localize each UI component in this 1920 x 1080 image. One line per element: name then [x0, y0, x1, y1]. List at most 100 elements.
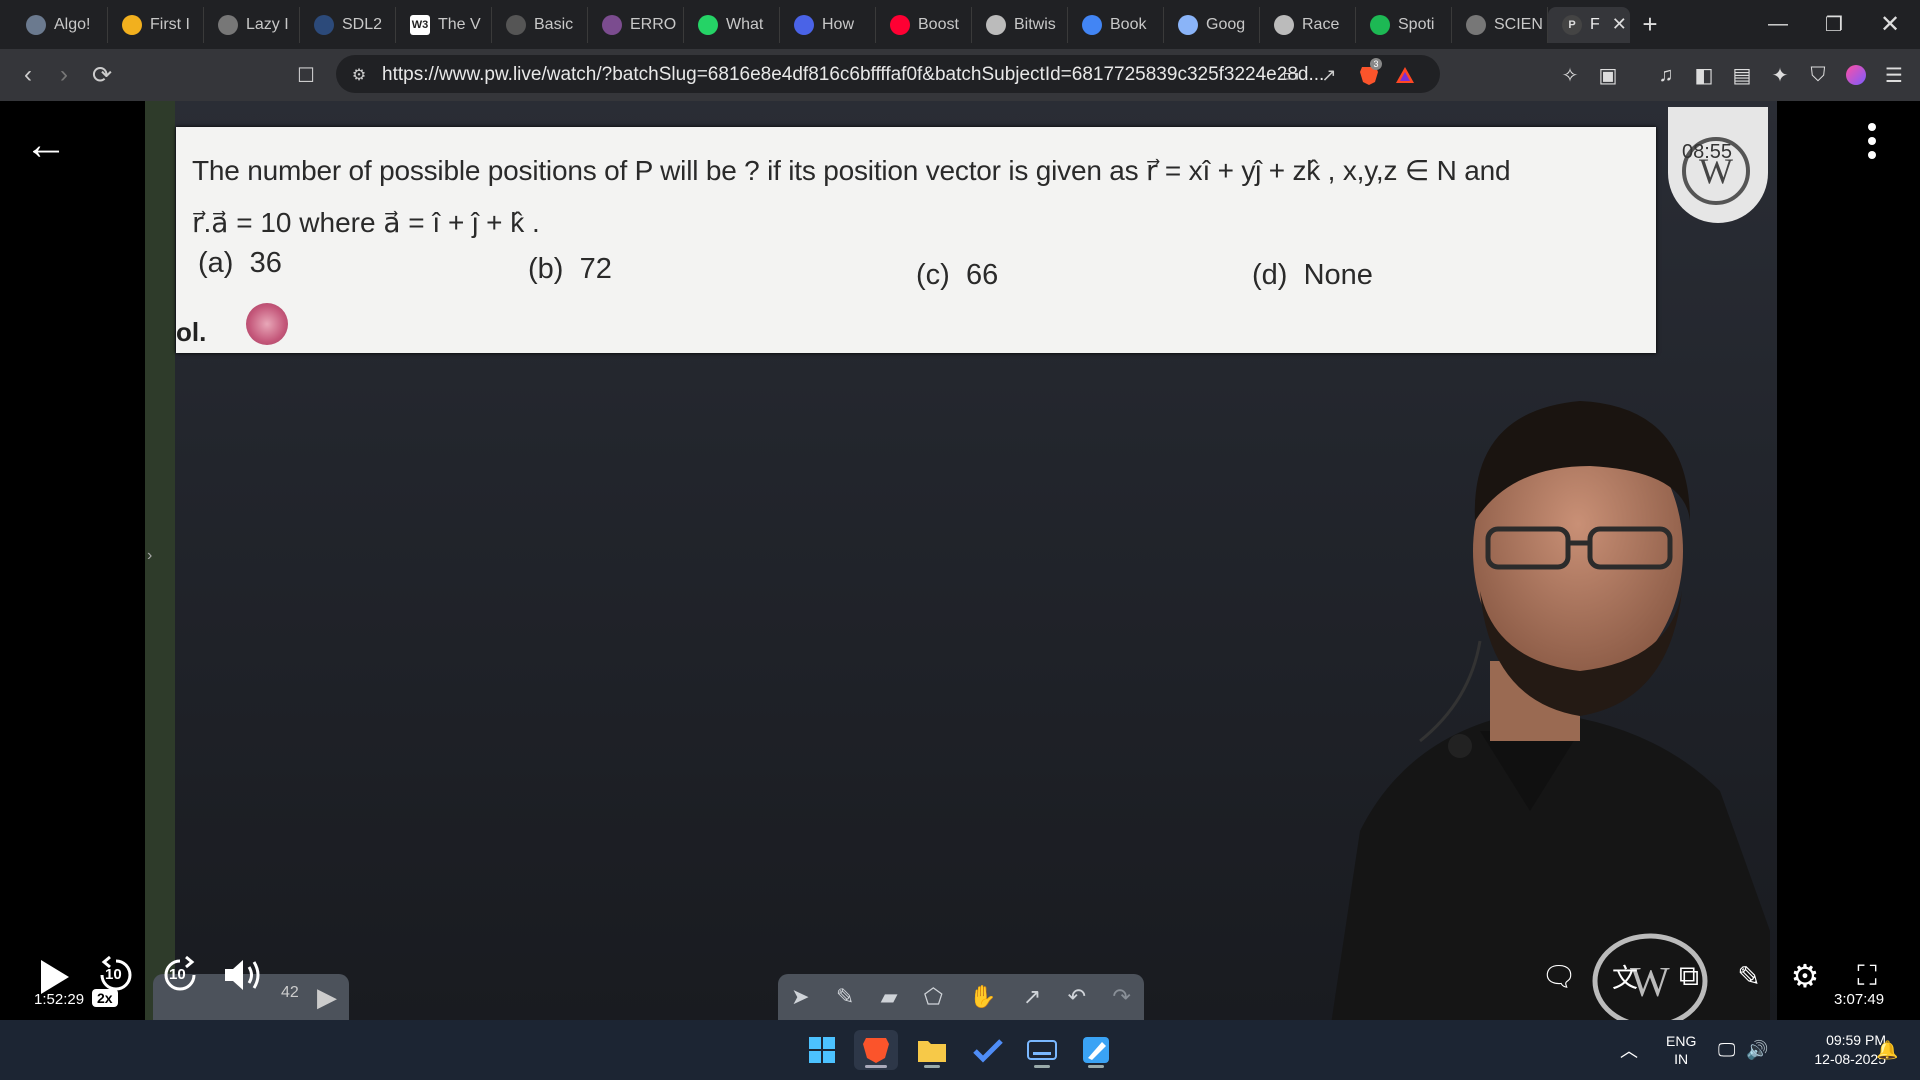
pw-icon: P	[1562, 14, 1582, 35]
new-tab-button[interactable]: +	[1630, 9, 1670, 40]
whiteboard-toolbar: ➤ ✎ ▰ ⬠ ✋ ↗ ↶ ↷	[778, 974, 1144, 1020]
close-tab-icon[interactable]: ✕	[1612, 14, 1627, 35]
tab-6[interactable]: ERRO	[588, 6, 684, 43]
tab-label: Goog	[1206, 15, 1246, 33]
tab-label: ERRO	[630, 15, 677, 33]
taskbar-todo[interactable]	[966, 1030, 1010, 1070]
site-settings-icon[interactable]: ⚙	[348, 64, 370, 86]
option-b: (b) 72	[528, 253, 612, 285]
globe-icon	[1466, 14, 1486, 35]
bookmark-icon[interactable]: ☐	[292, 61, 320, 89]
redo-icon: ↷	[1112, 984, 1131, 1009]
fullscreen-button[interactable]: ⛶	[1846, 955, 1888, 997]
wallet-icon[interactable]: ▤	[1728, 61, 1756, 89]
tab-11[interactable]: Book	[1068, 6, 1164, 43]
leo-icon[interactable]: ✦	[1766, 61, 1794, 89]
back-button[interactable]: ‹	[14, 61, 42, 89]
skip-back-button[interactable]: 10	[94, 953, 138, 997]
tray-chevron-icon[interactable]: ︿	[1620, 1020, 1638, 1080]
music-icon[interactable]: ♫	[1652, 61, 1680, 89]
notes-button[interactable]: ✎	[1728, 955, 1770, 997]
tab-0[interactable]: Algo!	[12, 6, 108, 43]
code-icon	[986, 14, 1006, 35]
back-arrow-icon[interactable]: ←	[24, 123, 68, 167]
speaker-icon[interactable]: 🔊	[1746, 1020, 1768, 1080]
cast-icon[interactable]: ▭	[1280, 64, 1302, 86]
windows-taskbar: ︿ ENG IN 🖵 🔊 09:59 PM 12-08-2025 🔔	[0, 1020, 1920, 1080]
tab-14[interactable]: Spoti	[1356, 6, 1452, 43]
tab-15[interactable]: SCIEN	[1452, 6, 1548, 43]
tab-7[interactable]: What	[684, 6, 780, 43]
tab-13[interactable]: Race	[1260, 6, 1356, 43]
forward-button[interactable]: ›	[50, 61, 78, 89]
tab-2[interactable]: Lazy I	[204, 6, 300, 43]
tab-label: Basic	[534, 15, 574, 33]
tab-1[interactable]: First I	[108, 6, 204, 43]
google-icon	[1082, 14, 1102, 35]
side-panel-chevron-icon[interactable]: ›	[147, 547, 152, 565]
chat-button[interactable]: 🗨	[1538, 955, 1580, 997]
reader-icon[interactable]: ▣	[1594, 61, 1622, 89]
sidebar-icon[interactable]: ◧	[1690, 61, 1718, 89]
restore-button[interactable]: ❐	[1806, 0, 1862, 49]
brave-rewards-icon[interactable]	[1394, 64, 1416, 86]
tab-10[interactable]: Bitwis	[972, 6, 1068, 43]
solution-label: ol.	[176, 317, 207, 347]
profile-icon[interactable]	[1842, 61, 1870, 89]
address-bar[interactable]: ⚙ https://www.pw.live/watch/?batchSlug=6…	[336, 55, 1440, 93]
tab-12[interactable]: Goog	[1164, 6, 1260, 43]
start-button[interactable]	[800, 1030, 844, 1070]
tab-4[interactable]: W3 The V	[396, 6, 492, 43]
taskbar-keyboard[interactable]	[1020, 1030, 1064, 1070]
more-options-icon[interactable]	[1868, 123, 1878, 163]
language-indicator[interactable]: ENG IN	[1666, 1020, 1696, 1080]
skip-forward-button[interactable]: 10	[158, 953, 202, 997]
todo-icon	[973, 1039, 1003, 1063]
next-board-icon: ▶	[317, 982, 337, 1012]
tab-label: The V	[438, 15, 481, 33]
keyboard-icon	[1027, 1040, 1057, 1060]
tab-3[interactable]: SDL2	[300, 6, 396, 43]
openai-icon	[1274, 14, 1294, 35]
share-icon[interactable]: ↗	[1318, 64, 1340, 86]
spotify-icon	[1370, 14, 1390, 35]
close-window-button[interactable]: ✕	[1862, 0, 1918, 49]
network-icon[interactable]: 🖵	[1718, 1020, 1735, 1080]
notification-icon[interactable]: 🔔	[1876, 1020, 1898, 1080]
tab-label: How	[822, 15, 855, 33]
taskbar-paint[interactable]	[1074, 1030, 1118, 1070]
volume-button[interactable]	[220, 953, 266, 997]
tab-8[interactable]: How	[780, 6, 876, 43]
translate-icon: 文	[1611, 962, 1638, 993]
tab-label: Lazy I	[246, 15, 289, 33]
tab-active[interactable]: P F ✕	[1548, 6, 1630, 43]
video-player[interactable]: The number of possible positions of P wi…	[0, 101, 1920, 1020]
brave-badge: 3	[1370, 58, 1382, 70]
pip-button[interactable]: ⧉	[1668, 955, 1710, 997]
hand-tool-icon: ✋	[969, 984, 997, 1009]
fullscreen-icon: ⛶	[1857, 959, 1877, 991]
reload-button[interactable]: ⟳	[88, 61, 116, 89]
tab-label: Boost	[918, 15, 959, 33]
taskbar-file-explorer[interactable]	[910, 1030, 954, 1070]
vpn-icon[interactable]: ⛉	[1804, 61, 1832, 89]
minimize-button[interactable]: —	[1750, 0, 1806, 49]
shape-tool-icon: ⬠	[923, 984, 943, 1009]
extensions-icon[interactable]: ✧	[1556, 61, 1584, 89]
tab-5[interactable]: Basic	[492, 6, 588, 43]
taskbar-brave[interactable]	[854, 1030, 898, 1070]
highlighter-tool-icon: ▰	[880, 984, 898, 1009]
translate-button[interactable]: 文	[1604, 955, 1646, 997]
clock[interactable]: 09:59 PM 12-08-2025	[1786, 1020, 1886, 1080]
sdl-icon	[314, 14, 334, 35]
tab-label: F	[1590, 15, 1600, 33]
pw-watermark: W 08:55	[1668, 107, 1768, 223]
url-text[interactable]: https://www.pw.live/watch/?batchSlug=681…	[382, 64, 1324, 86]
tab-9[interactable]: Boost	[876, 6, 972, 43]
settings-button[interactable]: ⚙	[1784, 955, 1826, 997]
play-button[interactable]	[34, 957, 74, 997]
globe-icon	[218, 14, 238, 35]
teacher-image: W	[1331, 401, 1770, 1020]
watermark-timestamp: 08:55	[1682, 141, 1733, 163]
menu-icon[interactable]: ☰	[1880, 61, 1908, 89]
